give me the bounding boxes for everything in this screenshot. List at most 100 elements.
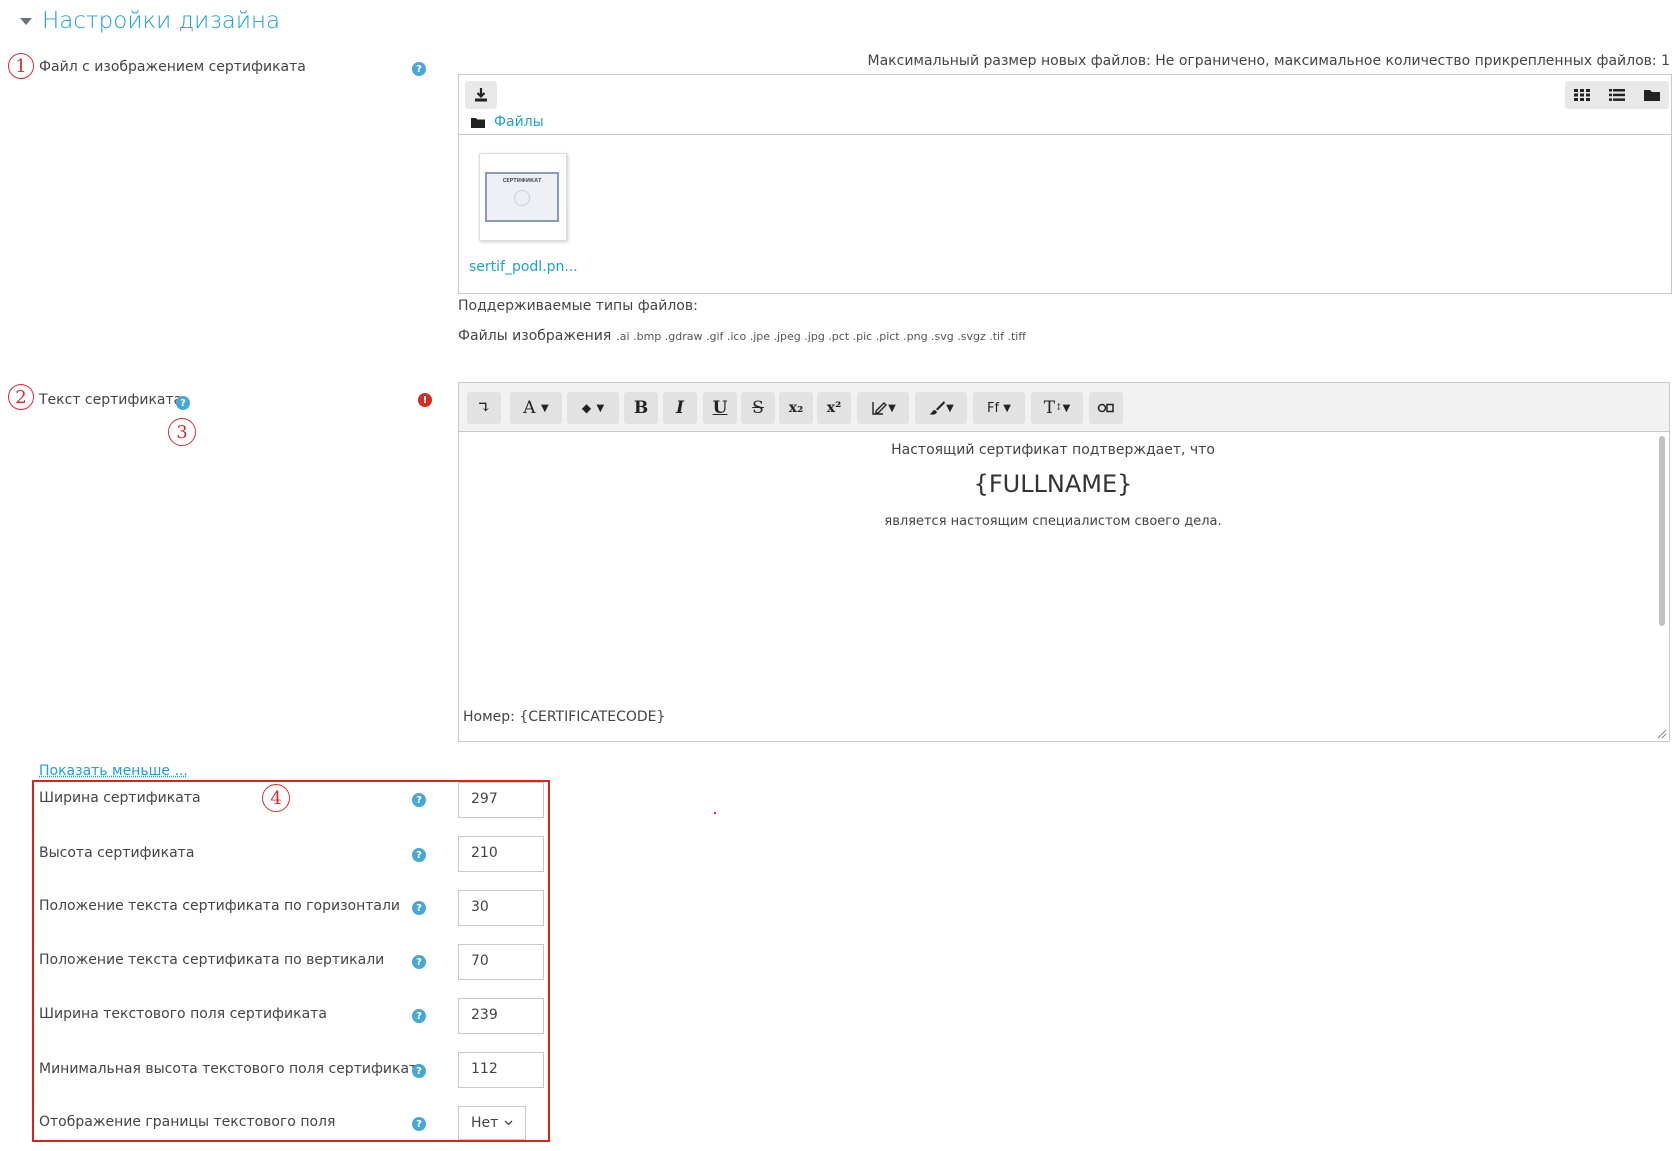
content-line-1: Настоящий сертификат подтверждает, что <box>891 442 1215 458</box>
resize-handle-icon[interactable] <box>1657 729 1667 739</box>
supported-types-title: Поддерживаемые типы файлов: <box>458 298 698 314</box>
font-family-button[interactable]: Ff ▼ <box>973 392 1025 424</box>
callout-3: 3 <box>168 418 196 446</box>
file-limits-text: Максимальный размер новых файлов: Не огр… <box>867 53 1670 69</box>
content-fullname: {FULLNAME} <box>973 470 1133 498</box>
subscript-icon: x₂ <box>788 400 804 416</box>
help-icon[interactable]: ? <box>412 62 426 76</box>
help-icon[interactable]: ? <box>412 1117 426 1131</box>
underline-button[interactable]: U <box>703 392 737 424</box>
callout-2: 2 <box>8 384 34 410</box>
font-size-button[interactable]: T ↕ ▼ <box>1031 392 1083 424</box>
text-width-input[interactable]: 239 <box>458 998 544 1034</box>
bold-button[interactable]: B <box>624 392 658 424</box>
updown-icon: ↕ <box>1055 403 1063 413</box>
setting-label-text-border: Отображение границы текстового поля <box>39 1114 336 1130</box>
subscript-button[interactable]: x₂ <box>779 392 813 424</box>
show-less-link[interactable]: Показать меньше ... <box>39 763 188 779</box>
file-field-label: Файл с изображением сертификата <box>39 59 306 75</box>
font-family-icon: Ff <box>987 400 1000 416</box>
accessibility-checker-button[interactable] <box>1089 392 1123 424</box>
help-icon[interactable]: ? <box>412 848 426 862</box>
help-icon[interactable]: ? <box>412 901 426 915</box>
chevron-down-icon: ▼ <box>596 402 605 414</box>
callout-1: 1 <box>8 53 34 79</box>
superscript-icon: x² <box>826 400 842 416</box>
setting-label-text-x: Положение текста сертификата по горизонт… <box>39 898 401 914</box>
text-border-select[interactable]: Нет <box>458 1106 526 1140</box>
strikethrough-button[interactable]: S <box>741 392 775 424</box>
setting-label-height: Высота сертификата <box>39 845 195 861</box>
section-header[interactable]: Настройки дизайна <box>20 8 280 34</box>
list-view-icon[interactable] <box>1608 88 1626 102</box>
underline-icon: U <box>712 398 728 418</box>
supported-types-group: Файлы изображения <box>458 328 612 344</box>
certificate-width-input[interactable]: 297 <box>458 782 544 818</box>
certificate-text-editor[interactable]: Настоящий сертификат подтверждает, что {… <box>458 432 1670 742</box>
view-switcher <box>1565 81 1669 109</box>
chevron-down-icon: ▼ <box>888 402 896 414</box>
bold-icon: B <box>633 398 649 418</box>
font-color-button[interactable]: A ▼ <box>510 392 562 424</box>
text-field-label: Текст сертификата <box>39 392 183 408</box>
help-icon[interactable]: ? <box>412 793 426 807</box>
annotation-dot <box>714 812 716 814</box>
filemanager-toolbar: Файлы <box>458 74 1672 135</box>
section-title: Настройки дизайна <box>42 8 281 34</box>
content-line-3: является настоящим специалистом своего д… <box>884 514 1222 529</box>
collapse-caret-icon[interactable] <box>20 17 32 25</box>
help-icon[interactable]: ? <box>412 955 426 969</box>
grid-view-icon[interactable] <box>1573 88 1591 102</box>
file-thumbnail[interactable]: СЕРТИФИКАТ <box>479 153 567 241</box>
download-icon <box>475 88 487 102</box>
folder-icon <box>471 118 485 128</box>
chevron-down-icon: ▼ <box>946 402 954 414</box>
thumbnail-caption: СЕРТИФИКАТ <box>502 178 542 184</box>
editor-scrollbar[interactable] <box>1659 436 1665 626</box>
font-color-icon: A <box>523 398 536 418</box>
accessibility-icon <box>1097 403 1114 413</box>
setting-label-width: Ширина сертификата <box>39 790 201 806</box>
certificate-thumbnail-image: СЕРТИФИКАТ <box>485 172 559 222</box>
chevron-down-icon <box>504 1120 513 1126</box>
required-icon: ! <box>418 393 432 407</box>
style-pen-icon <box>872 402 888 415</box>
text-y-input[interactable]: 70 <box>458 944 544 980</box>
download-button[interactable] <box>465 81 497 109</box>
help-icon[interactable]: ? <box>412 1064 426 1078</box>
callout-4: 4 <box>262 784 290 812</box>
paragraph-styles-button[interactable]: ▼ <box>857 392 909 424</box>
collapse-icon: ↴ <box>476 398 492 418</box>
italic-icon: I <box>676 398 684 418</box>
supported-types-line: Файлы изображения .ai .bmp .gdraw .gif .… <box>458 328 1026 344</box>
chevron-down-icon: ▼ <box>1062 402 1071 414</box>
superscript-button[interactable]: x² <box>817 392 851 424</box>
collapse-toolbar-button[interactable]: ↴ <box>467 392 501 424</box>
content-footer: Номер: {CERTIFICATECODE} <box>463 709 666 725</box>
certificate-height-input[interactable]: 210 <box>458 836 544 872</box>
strikethrough-icon: S <box>752 398 764 418</box>
text-x-input[interactable]: 30 <box>458 890 544 926</box>
brush-icon <box>929 401 946 415</box>
setting-label-text-min-height: Минимальная высота текстового поля серти… <box>39 1061 426 1077</box>
folder-view-icon[interactable] <box>1643 88 1661 102</box>
help-icon[interactable]: ? <box>176 396 190 410</box>
droplet-icon: ◆ <box>581 401 592 415</box>
text-min-height-input[interactable]: 112 <box>458 1052 544 1088</box>
setting-label-text-y: Положение текста сертификата по вертикал… <box>39 952 385 968</box>
folder-path-link[interactable]: Файлы <box>494 114 544 130</box>
text-border-select-value: Нет <box>471 1115 499 1131</box>
editor-toolbar: ↴ A ▼ ◆ ▼ B I U S x₂ x² ▼ ▼ Ff ▼ T ↕ ▼ <box>458 382 1670 432</box>
filemanager-area[interactable]: СЕРТИФИКАТ sertif_podl.pn... <box>458 134 1672 294</box>
font-size-icon: T <box>1043 398 1056 418</box>
help-icon[interactable]: ? <box>412 1009 426 1023</box>
chevron-down-icon: ▼ <box>540 402 549 414</box>
supported-types-extensions: .ai .bmp .gdraw .gif .ico .jpe .jpeg .jp… <box>616 330 1026 343</box>
brush-button[interactable]: ▼ <box>915 392 967 424</box>
thumbnail-seal <box>514 190 530 206</box>
chevron-down-icon: ▼ <box>1003 402 1011 414</box>
background-color-button[interactable]: ◆ ▼ <box>567 392 619 424</box>
setting-label-text-width: Ширина текстового поля сертификата <box>39 1006 327 1022</box>
file-name-link[interactable]: sertif_podl.pn... <box>469 259 578 275</box>
italic-button[interactable]: I <box>663 392 697 424</box>
